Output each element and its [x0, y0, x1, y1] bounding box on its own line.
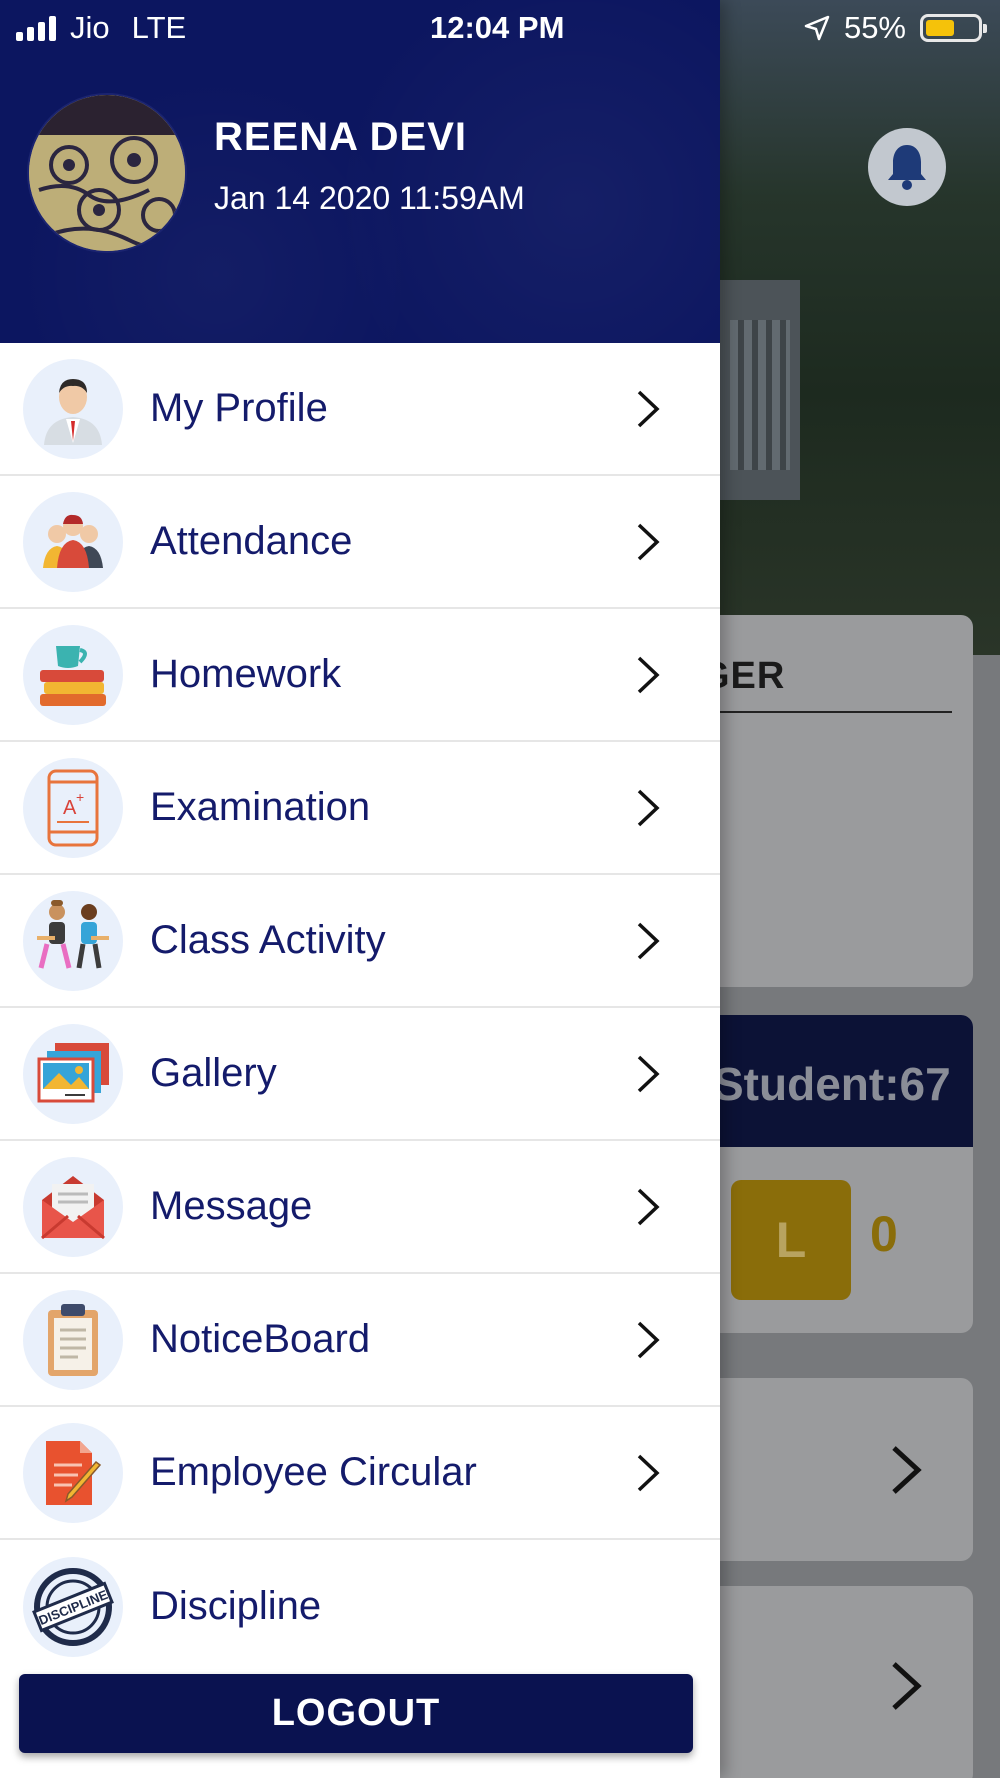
homework-icon [23, 624, 123, 725]
chevron-right-icon [637, 523, 660, 560]
user-name: REENA DEVI [214, 115, 468, 159]
menu-item-label: My Profile [150, 386, 328, 430]
chevron-right-icon [637, 1454, 660, 1491]
menu-item-gallery[interactable]: Gallery [0, 1008, 720, 1141]
menu-item-class-activity[interactable]: Class Activity [0, 875, 720, 1008]
battery-icon [920, 14, 987, 42]
chevron-right-icon [637, 1188, 660, 1225]
menu-item-my-profile[interactable]: My Profile [0, 343, 720, 476]
navigation-drawer: REENA DEVI Jan 14 2020 11:59AM My Profil… [0, 0, 720, 1778]
menu-item-noticeboard[interactable]: NoticeBoard [0, 1274, 720, 1407]
card-divider [680, 711, 952, 713]
menu-item-examination[interactable]: A + Examination [0, 742, 720, 875]
menu-item-label: NoticeBoard [150, 1317, 371, 1361]
status-bar: Jio LTE 12:04 PM 55% [0, 0, 1000, 55]
discipline-icon: DISCIPLINE [23, 1556, 123, 1657]
menu-item-employee-circular[interactable]: Employee Circular [0, 1407, 720, 1540]
chevron-right-icon [637, 656, 660, 693]
attendance-icon [23, 491, 123, 592]
examination-icon: A + [23, 757, 123, 858]
menu-item-homework[interactable]: Homework [0, 609, 720, 742]
menu-item-label: Class Activity [150, 918, 386, 962]
student-count: Student:67 [713, 1058, 951, 1110]
chevron-right-icon [637, 789, 660, 826]
chevron-right-icon [637, 1321, 660, 1358]
menu-item-label: Attendance [150, 519, 353, 563]
campus-building [720, 280, 800, 500]
menu-item-label: Homework [150, 652, 342, 696]
message-icon [23, 1156, 123, 1257]
bell-icon [888, 145, 926, 190]
leave-count: 0 [870, 1206, 898, 1262]
chevron-right-icon [637, 922, 660, 959]
svg-text:+: + [76, 789, 84, 805]
drawer-menu: My Profile Attendance Homework A + Exami… [0, 343, 720, 1673]
menu-item-label: Examination [150, 785, 371, 829]
gallery-icon [23, 1023, 123, 1124]
menu-item-label: Employee Circular [150, 1450, 477, 1494]
logout-button[interactable]: LOGOUT [19, 1674, 693, 1753]
profile-icon [23, 358, 123, 459]
class-activity-icon [23, 890, 123, 991]
signal-icon [16, 15, 56, 41]
chevron-right-icon [892, 1445, 922, 1494]
menu-item-label: Discipline [150, 1584, 322, 1628]
menu-item-label: Gallery [150, 1051, 277, 1095]
battery-fill [926, 20, 954, 36]
battery-percent: 55% [843, 10, 906, 45]
carrier-name: Jio [70, 10, 110, 45]
avatar-image [29, 95, 185, 251]
noticeboard-icon [23, 1289, 123, 1390]
avatar[interactable] [27, 93, 187, 253]
chevron-right-icon [892, 1662, 922, 1710]
menu-item-discipline[interactable]: DISCIPLINE Discipline [0, 1540, 720, 1673]
last-login-datetime: Jan 14 2020 11:59AM [214, 180, 525, 216]
chevron-right-icon [637, 1055, 660, 1092]
clock: 12:04 PM [430, 10, 565, 45]
leave-badge: L [731, 1180, 851, 1300]
notification-bell-button[interactable] [868, 128, 946, 206]
network-type: LTE [131, 10, 187, 45]
chevron-right-icon [637, 390, 660, 427]
menu-item-message[interactable]: Message [0, 1141, 720, 1274]
location-arrow-icon [804, 15, 830, 41]
menu-item-attendance[interactable]: Attendance [0, 476, 720, 609]
svg-text:A: A [63, 797, 77, 819]
menu-item-label: Message [150, 1184, 313, 1228]
employee-circular-icon [23, 1422, 123, 1523]
